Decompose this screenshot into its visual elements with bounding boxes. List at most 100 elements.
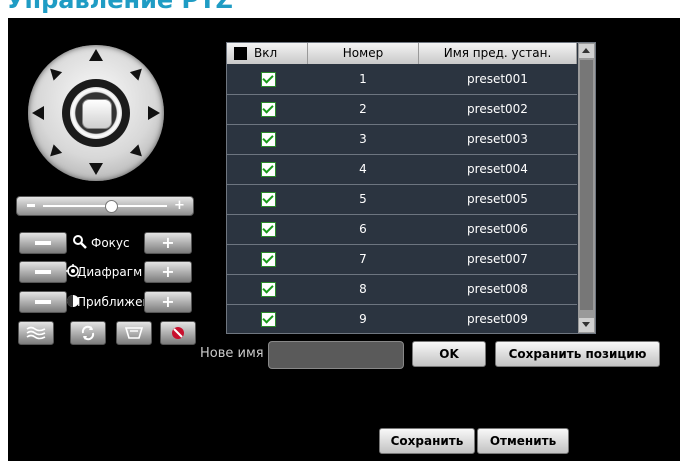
- iris-minus-button[interactable]: [19, 261, 67, 283]
- header-number[interactable]: Номер: [308, 43, 419, 64]
- cutoff-heading: Управление PTZ: [6, 0, 233, 14]
- enabled-cell: [227, 154, 307, 184]
- scroll-down-icon[interactable]: [579, 318, 594, 332]
- focus-icon: [73, 235, 87, 249]
- table-row[interactable]: 5 preset005: [227, 184, 577, 215]
- arrow-left-icon[interactable]: [32, 106, 44, 120]
- enabled-checkbox[interactable]: [261, 192, 276, 207]
- stop-icon[interactable]: [82, 99, 112, 129]
- scroll-up-icon[interactable]: [579, 44, 594, 58]
- preset-table: Вкл Номер Имя пред. устан. 1 preset001 2 pr…: [226, 42, 596, 334]
- save-button[interactable]: Сохранить: [379, 428, 475, 454]
- focus-plus-button[interactable]: +: [144, 232, 192, 254]
- minus-icon: [20, 292, 66, 312]
- light-button[interactable]: [116, 321, 152, 345]
- rotate-button[interactable]: [70, 321, 106, 345]
- ptz-direction-pad: [28, 45, 164, 181]
- enabled-cell: [227, 124, 307, 154]
- preset-name-cell: preset002: [467, 102, 528, 116]
- iris-plus-button[interactable]: +: [144, 261, 192, 283]
- minus-icon: [27, 204, 35, 207]
- minus-icon: [20, 233, 66, 253]
- save-position-button[interactable]: Сохранить позицию: [495, 341, 660, 367]
- arrow-right-icon[interactable]: [148, 106, 160, 120]
- rotate-icon: [81, 325, 95, 341]
- table-row[interactable]: 1 preset001: [227, 64, 577, 95]
- iris-label: Диафрагм: [77, 265, 143, 279]
- enabled-checkbox[interactable]: [261, 222, 276, 237]
- enabled-checkbox[interactable]: [261, 102, 276, 117]
- speed-slider[interactable]: +: [16, 196, 194, 216]
- preset-name-cell: preset008: [467, 282, 528, 296]
- ok-button[interactable]: OK: [412, 341, 486, 367]
- enabled-checkbox[interactable]: [261, 282, 276, 297]
- wiper-button[interactable]: [18, 321, 54, 345]
- cancel-button[interactable]: Отменить: [477, 428, 569, 454]
- table-row[interactable]: 3 preset003: [227, 124, 577, 155]
- wiper-icon: [26, 326, 46, 340]
- preset-table-scrollbar[interactable]: [578, 43, 595, 333]
- table-row[interactable]: 2 preset002: [227, 94, 577, 125]
- enabled-cell: [227, 244, 307, 274]
- preset-number-cell: 2: [359, 102, 367, 116]
- table-row[interactable]: 9 preset009: [227, 304, 577, 333]
- preset-number-cell: 1: [359, 72, 367, 86]
- light-icon: [124, 327, 144, 339]
- plus-icon: +: [174, 198, 185, 213]
- preset-number-cell: 5: [359, 192, 367, 206]
- header-enabled-label: Вкл: [254, 46, 278, 60]
- arrow-down-right-icon[interactable]: [129, 144, 147, 161]
- scrollbar-thumb[interactable]: [580, 60, 593, 310]
- preset-name-cell: preset006: [467, 222, 528, 236]
- preset-number-cell: 3: [359, 132, 367, 146]
- minus-icon: [20, 262, 66, 282]
- preset-name-cell: preset004: [467, 162, 528, 176]
- arrow-down-left-icon[interactable]: [45, 144, 63, 161]
- preset-number-cell: 6: [359, 222, 367, 236]
- speed-slider-thumb[interactable]: [105, 200, 119, 213]
- plus-icon: +: [161, 292, 175, 311]
- enabled-checkbox[interactable]: [261, 72, 276, 87]
- plus-icon: +: [161, 233, 175, 252]
- zoom-plus-button[interactable]: +: [144, 291, 192, 313]
- enabled-cell: [227, 304, 307, 333]
- arrow-up-left-icon[interactable]: [45, 64, 63, 81]
- preset-number-cell: 9: [359, 312, 367, 326]
- new-name-label: Нове имя: [200, 346, 264, 361]
- preset-number-cell: 8: [359, 282, 367, 296]
- enabled-cell: [227, 214, 307, 244]
- enabled-cell: [227, 184, 307, 214]
- preset-name-cell: preset003: [467, 132, 528, 146]
- header-preset-name[interactable]: Имя пред. устан.: [419, 43, 577, 64]
- select-all-checkbox[interactable]: [234, 47, 247, 60]
- enabled-cell: [227, 274, 307, 304]
- focus-label: Фокус: [91, 236, 130, 250]
- arrow-up-right-icon[interactable]: [129, 64, 147, 81]
- preset-number-cell: 4: [359, 162, 367, 176]
- enabled-checkbox[interactable]: [261, 132, 276, 147]
- focus-minus-button[interactable]: [19, 232, 67, 254]
- enabled-checkbox[interactable]: [261, 312, 276, 327]
- no-light-button[interactable]: [160, 321, 196, 345]
- preset-table-header: Вкл Номер Имя пред. устан.: [227, 43, 577, 64]
- zoom-minus-button[interactable]: [19, 291, 67, 313]
- table-row[interactable]: 4 preset004: [227, 154, 577, 185]
- enabled-checkbox[interactable]: [261, 252, 276, 267]
- table-row[interactable]: 8 preset008: [227, 274, 577, 305]
- new-name-input[interactable]: [268, 341, 404, 369]
- arrow-up-icon[interactable]: [89, 49, 103, 61]
- enabled-cell: [227, 94, 307, 124]
- plus-icon: +: [161, 262, 175, 281]
- preset-name-cell: preset005: [467, 192, 528, 206]
- header-enabled[interactable]: Вкл: [227, 43, 308, 64]
- preset-number-cell: 7: [359, 252, 367, 266]
- table-row[interactable]: 6 preset006: [227, 214, 577, 245]
- no-light-icon: [172, 327, 184, 339]
- enabled-cell: [227, 64, 307, 94]
- zoom-label: Приближен: [77, 295, 151, 309]
- arrow-down-icon[interactable]: [89, 163, 103, 175]
- preset-name-cell: preset007: [467, 252, 528, 266]
- enabled-checkbox[interactable]: [261, 162, 276, 177]
- table-row[interactable]: 7 preset007: [227, 244, 577, 275]
- preset-name-cell: preset001: [467, 72, 528, 86]
